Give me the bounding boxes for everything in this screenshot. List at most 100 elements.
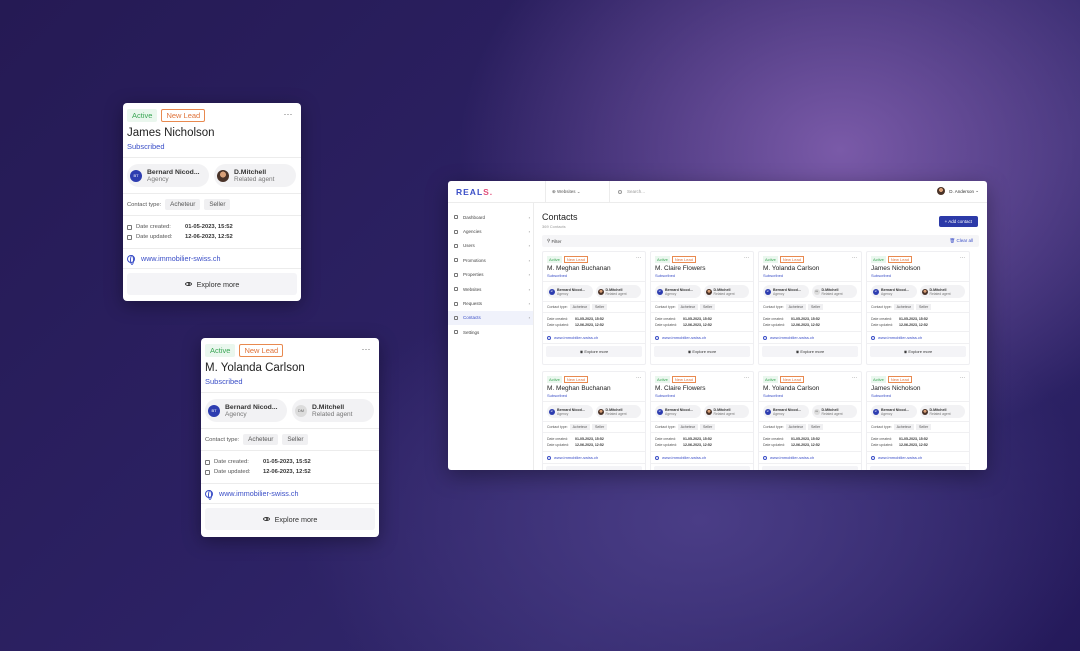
agency-chip[interactable]: BT Bernard Nicod... Agency bbox=[547, 405, 593, 418]
sidebar-item-requests[interactable]: Requests › bbox=[448, 296, 533, 310]
page-title: Contacts bbox=[542, 212, 578, 222]
clear-all-button[interactable]: 🗑︎ Clear all bbox=[950, 238, 973, 244]
agency-avatar: BT bbox=[549, 408, 555, 415]
agency-role: Agency bbox=[557, 411, 569, 416]
tag-seller: Seller bbox=[592, 424, 608, 430]
date-updated-label: Date updated: bbox=[655, 443, 677, 447]
logo-text: REAL bbox=[456, 186, 484, 197]
explore-more-button[interactable]: Explore more bbox=[205, 508, 375, 530]
explore-more-button[interactable]: ◉ Explore more bbox=[546, 466, 642, 470]
more-options-icon[interactable]: ··· bbox=[359, 344, 373, 358]
more-options-icon[interactable]: ··· bbox=[744, 375, 749, 381]
date-created-value: 01-05-2023, 15:52 bbox=[185, 224, 233, 230]
more-options-icon[interactable]: ··· bbox=[636, 375, 641, 381]
more-options-icon[interactable]: ··· bbox=[960, 255, 965, 261]
status-badge: Active bbox=[871, 256, 886, 263]
sidebar-item-dashboard[interactable]: Dashboard › bbox=[448, 210, 533, 224]
website-select[interactable]: ⊕ Websites ⌄ bbox=[546, 181, 610, 203]
explore-more-button[interactable]: Explore more bbox=[127, 273, 297, 295]
agent-chip[interactable]: D.Mitchell Related agent bbox=[919, 405, 965, 418]
user-menu[interactable]: D. Anderson ⌄ bbox=[937, 187, 979, 195]
plus-icon bbox=[127, 224, 132, 230]
date-created-label: Date created: bbox=[763, 317, 785, 321]
tag-seller: Seller bbox=[592, 304, 608, 310]
website-link[interactable]: www.immobilier-swiss.ch bbox=[543, 332, 645, 343]
explore-more-button[interactable]: ◉ Explore more bbox=[870, 346, 966, 357]
agencies-icon bbox=[454, 229, 458, 234]
website-link[interactable]: www.immobilier-swiss.ch bbox=[759, 452, 861, 463]
chevron-right-icon: › bbox=[528, 315, 530, 321]
search-icon bbox=[618, 189, 622, 194]
agent-chip[interactable]: DM D.Mitchell Related agent bbox=[811, 285, 857, 298]
sidebar-item-agencies[interactable]: Agencies › bbox=[448, 224, 533, 238]
contact-type-label: Contact type: bbox=[655, 425, 676, 429]
website-link[interactable]: www.immobilier-swiss.ch bbox=[123, 249, 301, 268]
more-options-icon[interactable]: ··· bbox=[960, 375, 965, 381]
agent-chip[interactable]: D.Mitchell Related agent bbox=[703, 405, 749, 418]
agent-chip[interactable]: DM D.Mitchell Related agent bbox=[811, 405, 857, 418]
tag-seller: Seller bbox=[916, 424, 932, 430]
more-options-icon[interactable]: ··· bbox=[852, 375, 857, 381]
explore-more-button[interactable]: ◉ Explore more bbox=[654, 466, 750, 470]
agency-chip[interactable]: BT Bernard Nicod... Agency bbox=[205, 399, 287, 422]
contact-type-label: Contact type: bbox=[871, 425, 892, 429]
agent-chip[interactable]: D.Mitchell Related agent bbox=[595, 285, 641, 298]
website-link[interactable]: www.immobilier-swiss.ch bbox=[759, 332, 861, 343]
agent-chip[interactable]: D.Mitchell Related agent bbox=[919, 285, 965, 298]
explore-more-button[interactable]: ◉ Explore more bbox=[654, 346, 750, 357]
agency-chip[interactable]: BT Bernard Nicod... Agency bbox=[127, 164, 209, 187]
agent-chip[interactable]: D.Mitchell Related agent bbox=[595, 405, 641, 418]
filter-bar[interactable]: ⚲ Filter 🗑︎ Clear all bbox=[542, 235, 979, 247]
agency-chip[interactable]: BT Bernard Nicod... Agency bbox=[871, 405, 917, 418]
sidebar-item-promotions[interactable]: Promotions › bbox=[448, 253, 533, 267]
agency-name: Bernard Nicod... bbox=[147, 168, 200, 176]
explore-more-button[interactable]: ◉ Explore more bbox=[762, 466, 858, 470]
date-created-label: Date created: bbox=[763, 437, 785, 441]
date-created-value: 01-05-2023, 15:52 bbox=[791, 317, 820, 321]
add-contact-button[interactable]: + Add contact bbox=[938, 216, 978, 227]
contact-type-label: Contact type: bbox=[127, 201, 162, 208]
more-options-icon[interactable]: ··· bbox=[636, 255, 641, 261]
more-options-icon[interactable]: ··· bbox=[281, 109, 295, 123]
explore-more-button[interactable]: ◉ Explore more bbox=[762, 346, 858, 357]
sidebar-item-contacts[interactable]: Contacts › bbox=[448, 310, 533, 326]
agency-chip[interactable]: BT Bernard Nicod... Agency bbox=[655, 405, 701, 418]
website-link[interactable]: www.immobilier-swiss.ch bbox=[543, 452, 645, 463]
explore-more-button[interactable]: ◉ Explore more bbox=[546, 346, 642, 357]
agent-role: Related agent bbox=[312, 410, 353, 418]
website-link[interactable]: www.immobilier-swiss.ch bbox=[651, 332, 753, 343]
date-created-value: 01-05-2023, 15:52 bbox=[575, 437, 604, 441]
agent-role: Related agent bbox=[605, 291, 627, 296]
more-options-icon[interactable]: ··· bbox=[852, 255, 857, 261]
more-options-icon[interactable]: ··· bbox=[744, 255, 749, 261]
tag-acheteur: Acheteur bbox=[677, 424, 699, 430]
sidebar-item-label: Properties bbox=[463, 272, 484, 278]
sidebar-item-users[interactable]: Users › bbox=[448, 239, 533, 253]
explore-more-button[interactable]: ◉ Explore more bbox=[870, 466, 966, 470]
agent-chip[interactable]: DM D.Mitchell Related agent bbox=[292, 399, 374, 422]
agency-chip[interactable]: BT Bernard Nicod... Agency bbox=[655, 285, 701, 298]
tag-acheteur: Acheteur bbox=[785, 304, 807, 310]
tag-seller: Seller bbox=[700, 424, 716, 430]
website-link[interactable]: www.immobilier-swiss.ch bbox=[201, 484, 379, 503]
agency-chip[interactable]: BT Bernard Nicod... Agency bbox=[763, 405, 809, 418]
search-input[interactable]: Search... bbox=[610, 189, 987, 194]
explore-more-label: Explore more bbox=[908, 469, 932, 470]
sidebar-item-properties[interactable]: Properties › bbox=[448, 268, 533, 282]
sidebar-item-label: Requests bbox=[463, 301, 483, 307]
subscription-status: Subscribed bbox=[127, 142, 165, 151]
website-link[interactable]: www.immobilier-swiss.ch bbox=[867, 452, 969, 463]
sidebar-item-settings[interactable]: Settings bbox=[448, 325, 533, 339]
agent-chip[interactable]: D.Mitchell Related agent bbox=[703, 285, 749, 298]
sidebar-item-websites[interactable]: Websites › bbox=[448, 282, 533, 296]
agency-role: Agency bbox=[773, 291, 785, 296]
agency-chip[interactable]: BT Bernard Nicod... Agency bbox=[763, 285, 809, 298]
logo[interactable]: REALS. bbox=[448, 181, 546, 203]
user-name: D. Anderson bbox=[949, 188, 974, 194]
agency-chip[interactable]: BT Bernard Nicod... Agency bbox=[547, 285, 593, 298]
agent-chip[interactable]: D.Mitchell Related agent bbox=[214, 164, 296, 187]
lead-badge: New Lead bbox=[239, 344, 284, 357]
website-link[interactable]: www.immobilier-swiss.ch bbox=[651, 452, 753, 463]
website-link[interactable]: www.immobilier-swiss.ch bbox=[867, 332, 969, 343]
agency-chip[interactable]: BT Bernard Nicod... Agency bbox=[871, 285, 917, 298]
